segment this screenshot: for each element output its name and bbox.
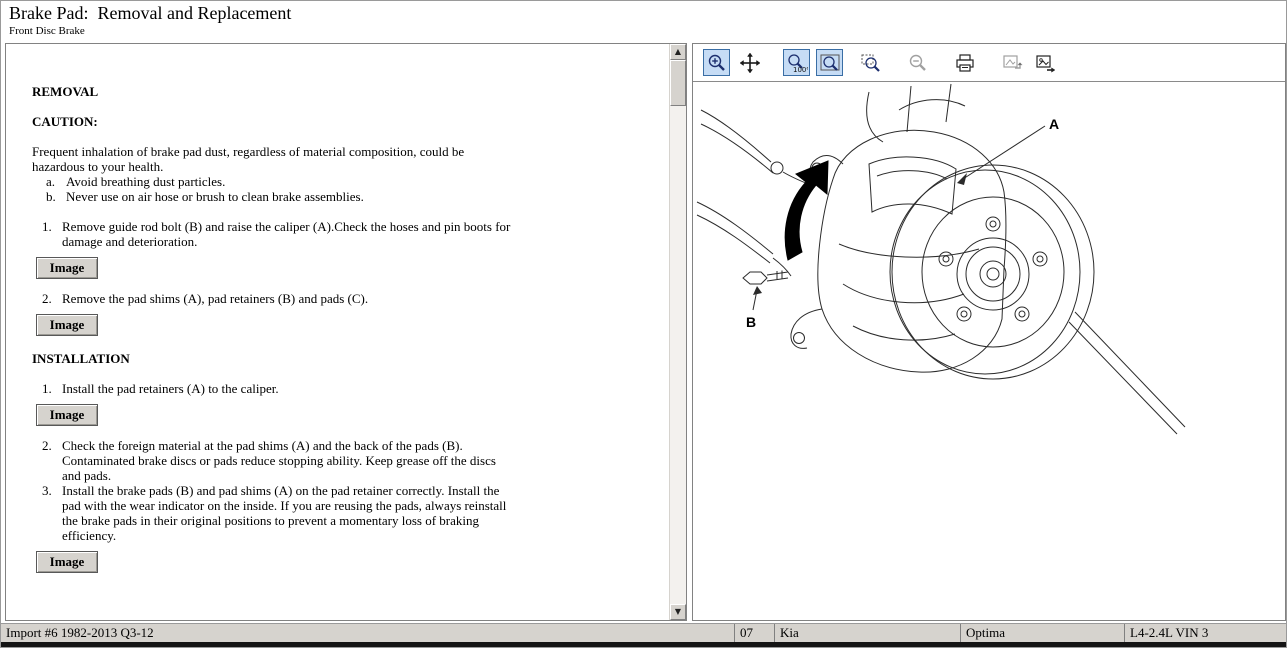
scroll-down-button[interactable]: ▼ xyxy=(670,604,686,620)
list-item-label: a. xyxy=(46,174,66,189)
step-row: 2.Check the foreign material at the pad … xyxy=(42,438,661,483)
caution-item: a.Avoid breathing dust particles. xyxy=(46,174,661,189)
zoom-fit-icon[interactable] xyxy=(816,49,843,76)
installation-heading: INSTALLATION xyxy=(32,351,661,366)
image-button[interactable]: Image xyxy=(36,551,98,573)
step-number: 2. xyxy=(42,291,62,306)
caution-heading: CAUTION: xyxy=(32,114,661,129)
step-number: 3. xyxy=(42,483,62,543)
statusbar-cell: 07 xyxy=(734,624,774,642)
scrollbar-track[interactable] xyxy=(670,60,686,604)
step-text: Remove the pad shims (A), pad retainers … xyxy=(62,291,514,306)
step-text: Install the pad retainers (A) to the cal… xyxy=(62,381,514,396)
scroll-up-button[interactable]: ▲ xyxy=(670,44,686,60)
step-text: Check the foreign material at the pad sh… xyxy=(62,438,514,483)
image-button[interactable]: Image xyxy=(36,314,98,336)
vertical-scrollbar[interactable]: ▲ ▼ xyxy=(669,44,686,620)
caution-list: a.Avoid breathing dust particles.b.Never… xyxy=(32,174,661,204)
step-number: 1. xyxy=(42,381,62,396)
page-subtitle: Front Disc Brake xyxy=(9,25,1278,37)
step-text: Remove guide rod bolt (B) and raise the … xyxy=(62,219,514,249)
statusbar-cell: Import #6 1982-2013 Q3-12 xyxy=(1,624,734,642)
removal-steps: 1.Remove guide rod bolt (B) and raise th… xyxy=(32,219,661,336)
page-title: Brake Pad: Removal and Replacement xyxy=(9,3,1278,24)
list-item-text: Never use on air hose or brush to clean … xyxy=(66,189,506,204)
statusbar-cell: Kia xyxy=(774,624,960,642)
header: Brake Pad: Removal and Replacement Front… xyxy=(1,1,1286,42)
image-button[interactable]: Image xyxy=(36,404,98,426)
step-number: 1. xyxy=(42,219,62,249)
zoom-in-icon[interactable] xyxy=(703,49,730,76)
step-row: 1.Remove guide rod bolt (B) and raise th… xyxy=(42,219,661,249)
export-image-icon[interactable] xyxy=(1031,49,1058,76)
caution-text: Frequent inhalation of brake pad dust, r… xyxy=(32,144,518,174)
label-a: A xyxy=(1049,116,1059,132)
main-area: REMOVAL CAUTION: Frequent inhalation of … xyxy=(1,42,1286,623)
list-item-label: b. xyxy=(46,189,66,204)
window-bottom-edge xyxy=(1,642,1286,647)
viewer-toolbar: 100% xyxy=(693,44,1285,82)
pan-icon[interactable] xyxy=(736,49,763,76)
image-viewer-pane: 100% xyxy=(692,43,1286,621)
step-row: 2.Remove the pad shims (A), pad retainer… xyxy=(42,291,661,306)
procedure-content: REMOVAL CAUTION: Frequent inhalation of … xyxy=(6,44,669,620)
copy-image-icon[interactable] xyxy=(998,49,1025,76)
brake-caliper-diagram: A B xyxy=(693,82,1287,625)
statusbar-cell: L4-2.4L VIN 3 xyxy=(1124,624,1286,642)
label-b: B xyxy=(746,314,756,330)
scrollbar-thumb[interactable] xyxy=(670,60,686,106)
zoom-out-icon[interactable] xyxy=(904,49,931,76)
step-row: 1.Install the pad retainers (A) to the c… xyxy=(42,381,661,396)
installation-steps: 1.Install the pad retainers (A) to the c… xyxy=(32,381,661,573)
svg-text:100%: 100% xyxy=(793,66,808,74)
list-item-text: Avoid breathing dust particles. xyxy=(66,174,506,189)
step-number: 2. xyxy=(42,438,62,483)
image-button[interactable]: Image xyxy=(36,257,98,279)
status-bar: Import #6 1982-2013 Q3-1207KiaOptimaL4-2… xyxy=(1,623,1286,642)
zoom-window-icon[interactable] xyxy=(857,49,884,76)
app-window: Brake Pad: Removal and Replacement Front… xyxy=(0,0,1287,648)
step-row: 3.Install the brake pads (B) and pad shi… xyxy=(42,483,661,543)
zoom-100-icon[interactable]: 100% xyxy=(783,49,810,76)
diagram-canvas[interactable]: A B xyxy=(693,82,1285,620)
step-text: Install the brake pads (B) and pad shims… xyxy=(62,483,514,543)
procedure-pane: REMOVAL CAUTION: Frequent inhalation of … xyxy=(5,43,687,621)
print-icon[interactable] xyxy=(951,49,978,76)
statusbar-cell: Optima xyxy=(960,624,1124,642)
caution-item: b.Never use on air hose or brush to clea… xyxy=(46,189,661,204)
lift-arrow xyxy=(785,161,828,260)
removal-heading: REMOVAL xyxy=(32,84,661,99)
